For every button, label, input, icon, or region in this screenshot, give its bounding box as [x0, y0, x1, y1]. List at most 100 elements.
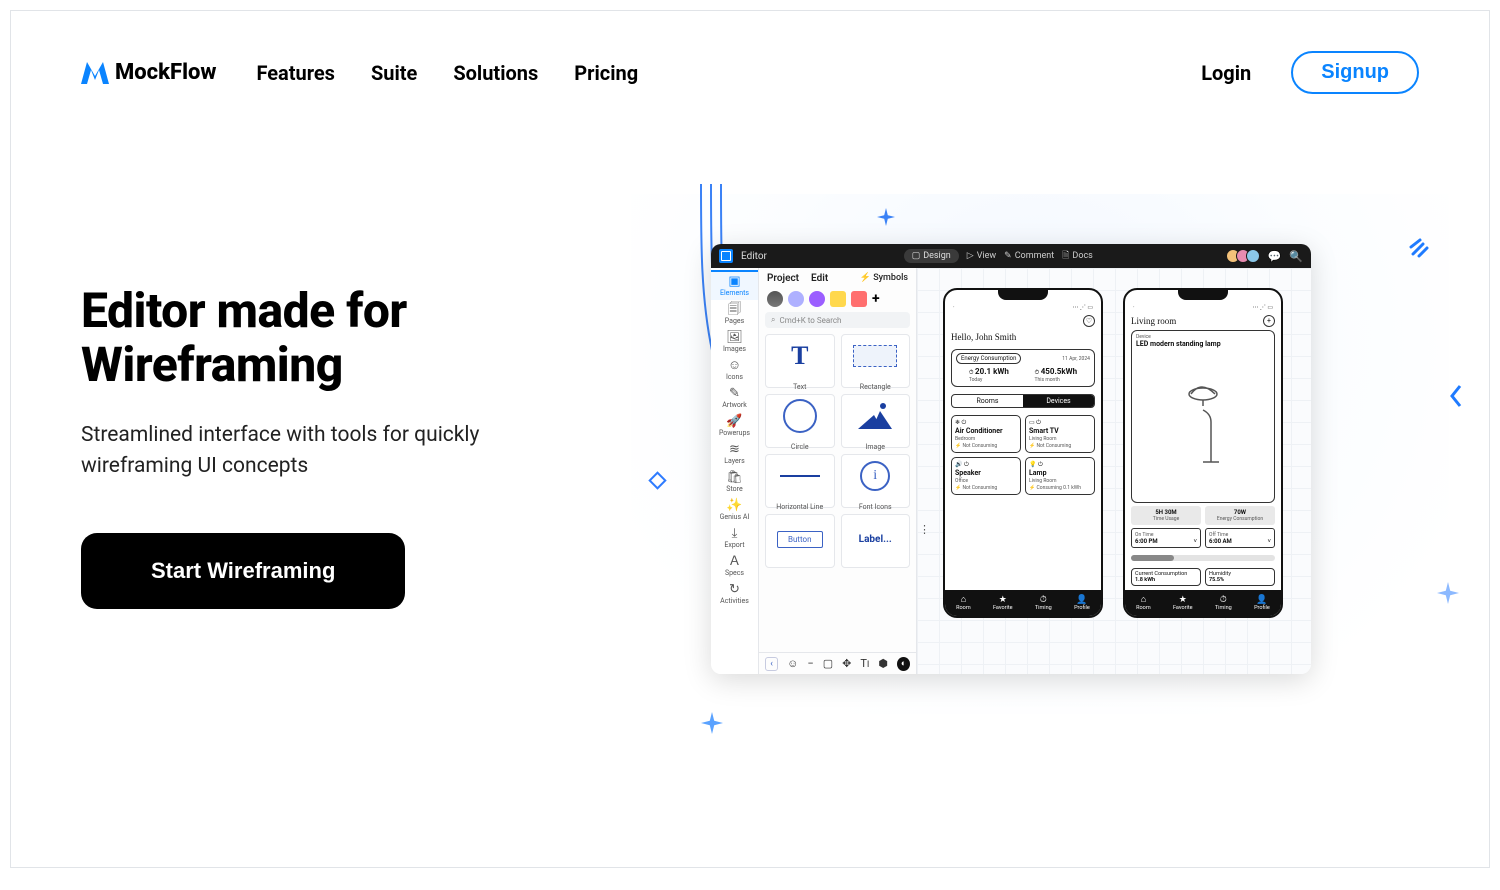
tool-move-icon[interactable]: ✥ [842, 657, 851, 670]
hero-title-line2: Wireframing [81, 336, 343, 393]
tool-square-icon[interactable]: ▢ [823, 657, 833, 670]
login-link[interactable]: Login [1201, 61, 1251, 85]
rail-layers[interactable]: ≋Layers [711, 440, 758, 468]
nav-pricing[interactable]: Pricing [574, 61, 638, 85]
rail-specs[interactable]: ＡSpecs [711, 552, 758, 580]
phone-notch [945, 290, 1101, 304]
logo-mark-icon [81, 62, 109, 84]
off-time-field[interactable]: Off Time6:00 AM˅ [1205, 528, 1275, 548]
device-name: LED modern standing lamp [1136, 340, 1270, 348]
pack-icon[interactable] [851, 291, 867, 307]
bell-icon[interactable]: ♡ [1083, 315, 1095, 327]
phone-frame-device[interactable]: ·⋯ ⋰ ▭ Living room+ Device LED modern st… [1123, 288, 1283, 618]
hero-copy: Editor made for Wireframing Streamlined … [81, 244, 601, 674]
hero-title: Editor made for Wireframing [81, 284, 601, 392]
overflow-menu-icon[interactable]: ⋮ [919, 523, 931, 536]
tool-emoji-icon[interactable]: ☺ [787, 657, 798, 670]
phone-notch [1125, 290, 1281, 304]
element-text[interactable]: TText [765, 334, 835, 388]
pack-icon[interactable] [830, 291, 846, 307]
editor-preview: Editor ▢ Design ▷ View ✎ Comment 🗎 Docs … [711, 244, 1311, 674]
pack-icon[interactable] [788, 291, 804, 307]
collaborator-avatars[interactable] [1230, 249, 1260, 263]
phone-tabbar[interactable]: ⌂Room ★Favorite ⏱Timing 👤Profile [1125, 590, 1281, 616]
palette-toolbar: ‹ ☺ − ▢ ✥ TI ⬢ ◐ [759, 652, 916, 674]
nav-solutions[interactable]: Solutions [453, 61, 538, 85]
element-font-icons[interactable]: iFont Icons [841, 454, 911, 508]
element-rectangle[interactable]: Rectangle [841, 334, 911, 388]
tool-text-icon[interactable]: TI [860, 657, 869, 670]
element-image[interactable]: Image [841, 394, 911, 448]
mode-view[interactable]: ▷ View [967, 251, 996, 261]
layout-icon[interactable] [719, 249, 733, 263]
greeting: Hello, John Smith [951, 332, 1095, 342]
lamp-illustration [1136, 348, 1270, 499]
mode-docs[interactable]: 🗎 Docs [1062, 248, 1093, 264]
top-nav: MockFlow Features Suite Solutions Pricin… [11, 11, 1489, 94]
rail-powerups[interactable]: 🚀Powerups [711, 412, 758, 440]
rail-images[interactable]: 🖼Images [711, 328, 758, 356]
sparkle-icon [877, 208, 895, 226]
element-circle[interactable]: Circle [765, 394, 835, 448]
nav-features[interactable]: Features [256, 61, 334, 85]
rail-artwork[interactable]: ✎Artwork [711, 384, 758, 412]
editor-canvas[interactable]: ·⋯ ⋰ ▭ ♡ Hello, John Smith Energy Consum… [917, 268, 1311, 674]
rail-pages[interactable]: 🗐Pages [711, 300, 758, 328]
palette-search[interactable]: ⌕ Cmd+K to Search [765, 312, 910, 328]
mode-design-pill[interactable]: ▢ Design [904, 249, 959, 263]
elements-palette: Project Edit ⚡ Symbols + ⌕ Cmd+K [759, 268, 917, 674]
sparkle-icon [1437, 582, 1459, 604]
nav-items: Features Suite Solutions Pricing [256, 61, 638, 85]
burst-lines-icon [1409, 228, 1439, 258]
rail-icons[interactable]: ☺Icons [711, 356, 758, 384]
hero-graphic: Editor ▢ Design ▷ View ✎ Comment 🗎 Docs … [641, 244, 1419, 674]
room-title: Living room [1131, 316, 1176, 326]
phone-tabbar[interactable]: ⌂Room ★Favorite ⏱Timing 👤Profile [945, 590, 1101, 616]
phone-frame-home[interactable]: ·⋯ ⋰ ▭ ♡ Hello, John Smith Energy Consum… [943, 288, 1103, 618]
element-hline[interactable]: Horizontal Line [765, 454, 835, 508]
element-button[interactable]: Button [765, 514, 835, 568]
nav-suite[interactable]: Suite [371, 61, 417, 85]
rail-export[interactable]: ⤓Export [711, 524, 758, 552]
phone-statusbar: ·⋯ ⋰ ▭ [945, 304, 1101, 311]
hero-title-line1: Editor made for [81, 282, 407, 339]
segment-rooms-devices[interactable]: RoomsDevices [951, 394, 1095, 408]
brightness-slider[interactable] [1131, 555, 1275, 561]
hero-subtitle: Streamlined interface with tools for qui… [81, 420, 581, 483]
brand-logo[interactable]: MockFlow [81, 60, 216, 85]
left-rail: ▣Elements 🗐Pages 🖼Images ☺Icons ✎Artwork… [711, 268, 759, 674]
mode-comment[interactable]: ✎ Comment [1004, 251, 1054, 261]
add-pack-icon[interactable]: + [872, 291, 880, 307]
tab-project[interactable]: Project [767, 273, 799, 284]
rail-elements[interactable]: ▣Elements [711, 270, 758, 300]
energy-card: Energy Consumption11 Apr, 2024 ⏱ 20.1 kW… [951, 349, 1095, 387]
editor-title: Editor [741, 251, 767, 262]
rail-store[interactable]: 🛍Store [711, 468, 758, 496]
rail-genius-ai[interactable]: ✨Genius AI [711, 496, 758, 524]
device-card[interactable]: 💡 ⏻LampLiving Room⚡ Consuming 0.1 kWh [1025, 457, 1095, 495]
ui-packs: + [759, 289, 916, 312]
device-card[interactable]: ▭ ⏻Smart TVLiving Room⚡ Not Consuming [1025, 415, 1095, 453]
tool-minus-icon[interactable]: − [807, 657, 813, 670]
search-icon[interactable]: 🔍 [1289, 250, 1303, 263]
back-icon[interactable]: ‹ [765, 657, 778, 671]
chat-icon[interactable]: 💬 [1268, 250, 1282, 263]
start-wireframing-button[interactable]: Start Wireframing [81, 533, 405, 609]
signup-button[interactable]: Signup [1291, 51, 1419, 94]
on-time-field[interactable]: On Time6:00 PM˅ [1131, 528, 1201, 548]
phone-statusbar: ·⋯ ⋰ ▭ [1125, 304, 1281, 311]
pack-icon[interactable] [767, 291, 783, 307]
tool-contrast-icon[interactable]: ◐ [897, 657, 910, 671]
tool-cube-icon[interactable]: ⬢ [878, 657, 888, 670]
device-card[interactable]: 🔊 ⏻SpeakerOffice⚡ Not Consuming [951, 457, 1021, 495]
editor-topbar: Editor ▢ Design ▷ View ✎ Comment 🗎 Docs … [711, 244, 1311, 268]
rail-activities[interactable]: ↻Activities [711, 580, 758, 608]
device-card[interactable]: ❄ ⏻Air ConditionerBedroom⚡ Not Consuming [951, 415, 1021, 453]
chevron-left-icon [1448, 384, 1464, 408]
tab-symbols[interactable]: ⚡ Symbols [860, 273, 908, 284]
sparkle-icon [701, 712, 723, 734]
add-icon[interactable]: + [1263, 315, 1275, 327]
tab-edit[interactable]: Edit [811, 273, 828, 284]
element-label[interactable]: Label... [841, 514, 911, 568]
pack-icon[interactable] [809, 291, 825, 307]
